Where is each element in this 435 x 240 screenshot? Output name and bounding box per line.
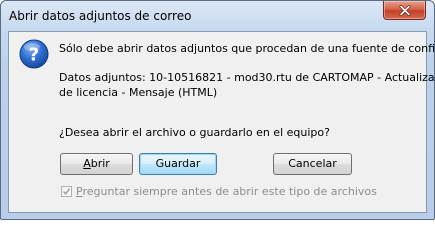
open-button-label: brir xyxy=(90,157,110,170)
dialog-content: ? Sólo debe abrir datos adjuntos que pro… xyxy=(8,31,434,213)
cancel-button-label: Cancelar xyxy=(288,157,337,170)
close-icon xyxy=(399,5,411,16)
save-button[interactable]: Guardar xyxy=(139,153,217,175)
help-question-icon: ? xyxy=(19,39,49,69)
always-ask-label: Preguntar siempre antes de abrir este ti… xyxy=(76,185,377,198)
cancel-button[interactable]: Cancelar xyxy=(273,153,352,175)
svg-text:?: ? xyxy=(29,45,39,66)
dialog-window: Abrir datos adjuntos de correo ? Sólo de… xyxy=(0,0,435,220)
save-button-label: Guardar xyxy=(155,157,201,170)
open-button[interactable]: Abrir xyxy=(60,153,133,175)
warning-text: Sólo debe abrir datos adjuntos que proce… xyxy=(59,42,435,55)
window-title: Abrir datos adjuntos de correo xyxy=(9,9,192,23)
close-button[interactable] xyxy=(383,1,426,20)
attachment-info-line2: de licencia - Mensaje (HTML) xyxy=(59,86,218,99)
title-bar[interactable]: Abrir datos adjuntos de correo xyxy=(1,1,434,31)
checkmark-icon xyxy=(62,188,71,195)
open-button-mnemonic: A xyxy=(83,157,91,170)
always-ask-checkbox xyxy=(61,186,72,197)
question-text: ¿Desea abrir el archivo o guardarlo en e… xyxy=(59,126,330,139)
always-ask-label-text: reguntar siempre antes de abrir este tip… xyxy=(82,185,377,198)
attachment-info-line1: Datos adjuntos: 10-10516821 - mod30.rtu … xyxy=(59,71,435,84)
